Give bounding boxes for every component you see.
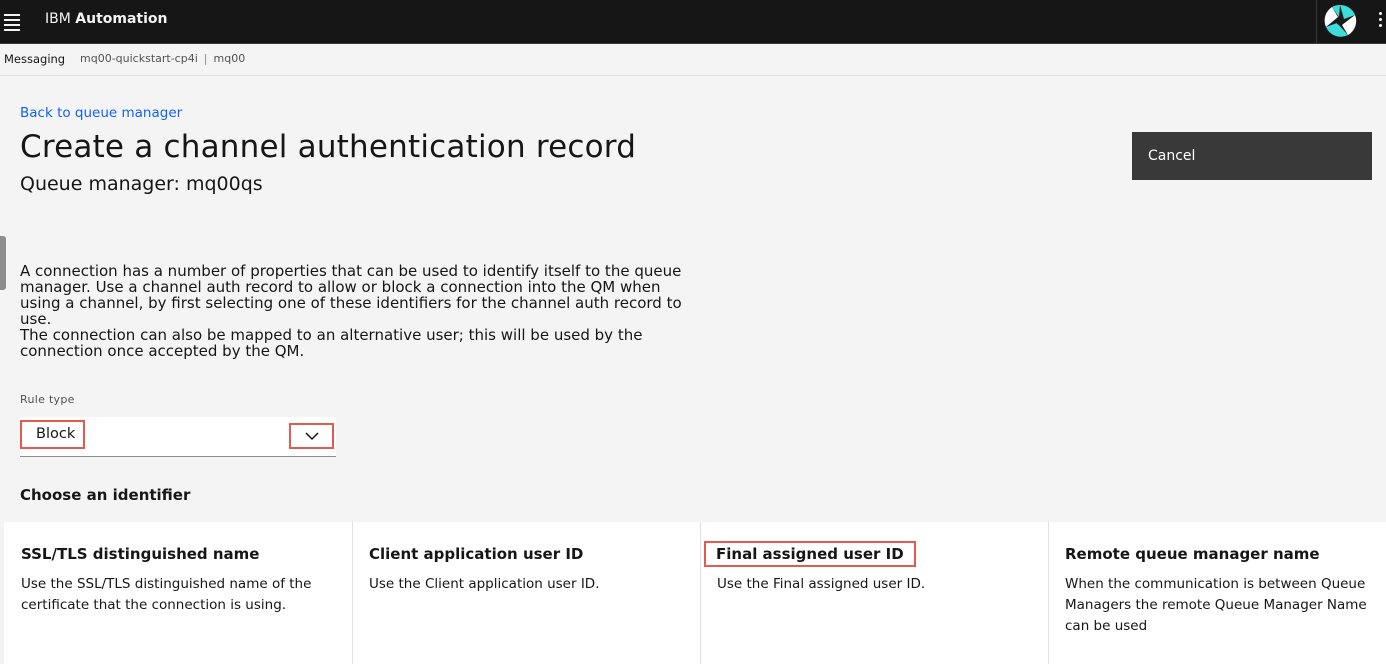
- breadcrumb-messaging[interactable]: Messaging: [4, 52, 65, 66]
- rule-type-selected-value: Block: [20, 420, 85, 449]
- menu-icon[interactable]: [4, 11, 22, 31]
- tile-final-assigned-user-id[interactable]: Final assigned user ID Use the Final ass…: [701, 522, 1048, 664]
- page-title: Create a channel authentication record: [20, 129, 637, 165]
- tile-description: Use the Final assigned user ID.: [717, 576, 926, 592]
- tile-remote-queue-manager-name[interactable]: Remote queue manager name When the commu…: [1049, 522, 1386, 664]
- brand-name: Automation: [75, 11, 168, 27]
- breadcrumb-queue-manager[interactable]: mq00: [214, 52, 246, 65]
- breadcrumb-instance[interactable]: mq00-quickstart-cp4i: [80, 52, 198, 65]
- breadcrumb-path: mq00-quickstart-cp4i | mq00: [80, 52, 245, 65]
- breadcrumb: Messaging mq00-quickstart-cp4i | mq00: [0, 45, 1386, 76]
- rule-type-select[interactable]: Block: [20, 417, 336, 457]
- chevron-down-icon[interactable]: [289, 423, 334, 449]
- breadcrumb-separator: |: [203, 52, 208, 65]
- tile-title: Final assigned user ID: [704, 541, 916, 567]
- overflow-menu-icon[interactable]: [1376, 12, 1384, 32]
- identifier-tiles: SSL/TLS distinguished name Use the SSL/T…: [4, 522, 1386, 664]
- tile-title: SSL/TLS distinguished name: [21, 545, 260, 563]
- choose-identifier-heading: Choose an identifier: [20, 486, 191, 504]
- tile-ssl-tls-distinguished-name[interactable]: SSL/TLS distinguished name Use the SSL/T…: [4, 522, 352, 664]
- tile-description: When the communication is between Queue …: [1065, 576, 1367, 634]
- tile-title: Client application user ID: [369, 545, 584, 563]
- brand[interactable]: IBM Automation: [45, 11, 168, 27]
- rule-type-label: Rule type: [20, 393, 75, 406]
- tile-client-application-user-id[interactable]: Client application user ID Use the Clien…: [353, 522, 700, 664]
- tile-title: Remote queue manager name: [1065, 545, 1320, 563]
- back-to-queue-manager-link[interactable]: Back to queue manager: [20, 105, 182, 121]
- cancel-button[interactable]: Cancel: [1132, 132, 1372, 180]
- description-paragraph-1: A connection has a number of properties …: [20, 262, 682, 328]
- tile-description: Use the Client application user ID.: [369, 576, 600, 592]
- top-header: IBM Automation: [0, 0, 1386, 44]
- side-panel-handle[interactable]: [0, 236, 6, 290]
- avatar-icon[interactable]: [1322, 3, 1358, 39]
- tile-description: Use the SSL/TLS distinguished name of th…: [21, 576, 312, 613]
- header-divider: [1316, 0, 1317, 44]
- brand-prefix: IBM: [45, 11, 71, 27]
- page-subtitle: Queue manager: mq00qs: [20, 173, 263, 195]
- description-paragraph-2: The connection can also be mapped to an …: [20, 326, 643, 360]
